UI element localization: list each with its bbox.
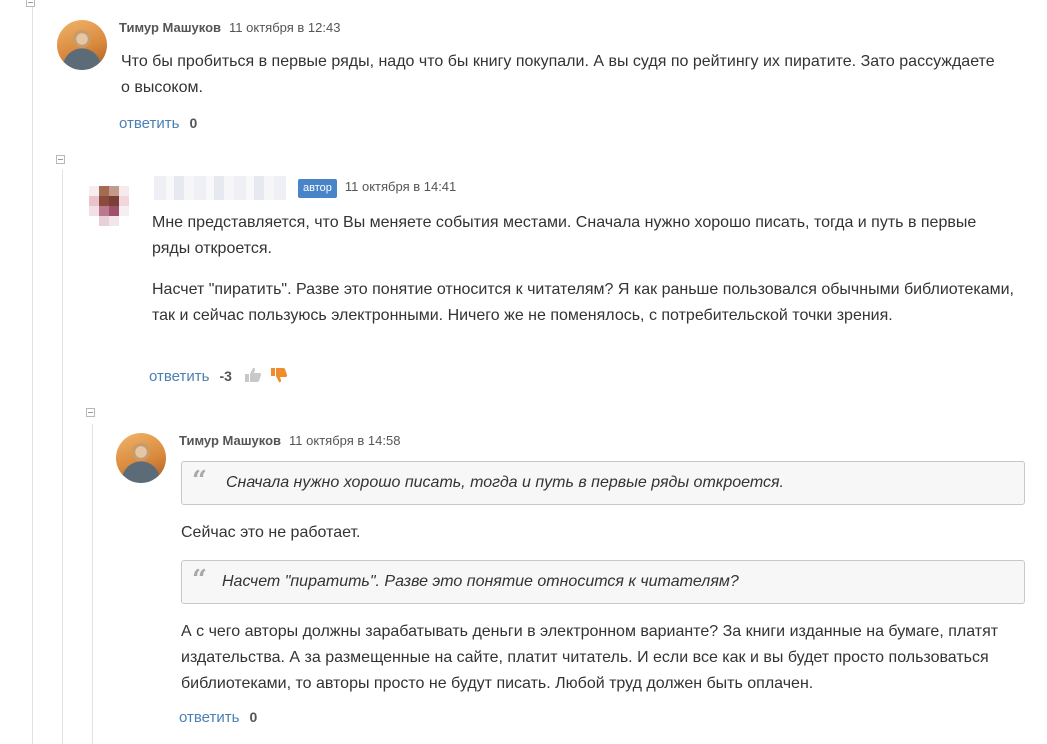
quote-icon: “ (192, 466, 207, 496)
quote-text: Сначала нужно хорошо писать, тогда и пут… (226, 474, 784, 491)
comment-text: А с чего авторы должны зарабатывать день… (181, 623, 999, 692)
reply-link[interactable]: ответить (179, 709, 239, 726)
quote-icon: “ (192, 565, 207, 595)
quote-block: “ Сначала нужно хорошо писать, тогда и п… (181, 461, 1025, 505)
rating-score: 0 (249, 709, 258, 725)
comment-3: Тимур Машуков 11 октября в 14:58 “ Сначал… (0, 0, 1047, 744)
quote-block: “ Насчет "пиратить". Разве это понятие о… (181, 560, 1025, 604)
comment-actions: ответить 0 (179, 709, 257, 726)
comment-header: Тимур Машуков 11 октября в 14:58 (179, 433, 400, 448)
avatar[interactable] (116, 433, 166, 483)
author-name[interactable]: Тимур Машуков (179, 433, 281, 448)
comment-date[interactable]: 11 октября в 14:58 (289, 433, 400, 448)
quote-text: Насчет "пиратить". Разве это понятие отн… (222, 573, 739, 590)
comment-text: Сейчас это не работает. (181, 524, 361, 541)
